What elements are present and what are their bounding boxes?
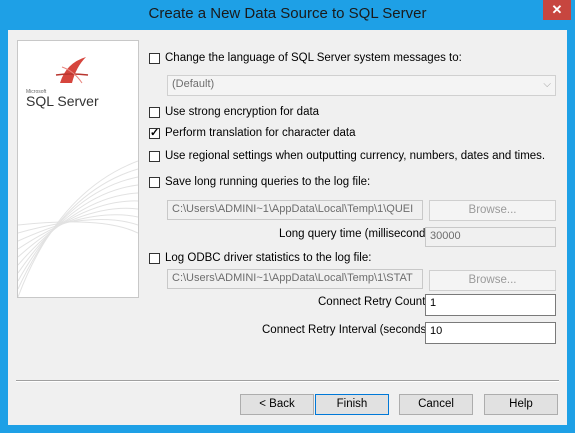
language-select-value: (Default) [172, 78, 215, 90]
save-long-queries-checkbox[interactable] [149, 176, 160, 188]
perform-translation-row[interactable]: Perform translation for character data [149, 126, 356, 139]
separator [16, 380, 559, 382]
close-icon[interactable]: ✕ [543, 0, 571, 20]
retry-interval-label: Connect Retry Interval (seconds): [262, 324, 434, 336]
dialog-window: Create a New Data Source to SQL Server ✕ [0, 0, 575, 433]
regional-settings-label: Use regional settings when outputting cu… [165, 150, 546, 162]
title-bar[interactable]: Create a New Data Source to SQL Server ✕ [0, 0, 575, 30]
perform-translation-label: Perform translation for character data [165, 127, 356, 139]
browse-long-query-button[interactable]: Browse... [429, 200, 556, 221]
finish-button[interactable]: Finish [315, 394, 389, 415]
dialog-client-area: Microsoft SQL Server Change the language… [8, 30, 567, 425]
sql-server-logo-icon [55, 57, 89, 84]
change-language-checkbox[interactable] [149, 52, 160, 64]
regional-settings-row[interactable]: Use regional settings when outputting cu… [149, 150, 545, 162]
log-odbc-stats-label: Log ODBC driver statistics to the log fi… [165, 252, 372, 264]
retry-count-input[interactable]: 1 [425, 294, 556, 316]
back-button[interactable]: < Back [240, 394, 314, 415]
long-query-time-input[interactable]: 30000 [425, 227, 556, 247]
change-language-row[interactable]: Change the language of SQL Server system… [149, 52, 462, 64]
chevron-down-icon: ⌵ [543, 79, 551, 90]
help-button[interactable]: Help [484, 394, 558, 415]
change-language-label: Change the language of SQL Server system… [165, 52, 462, 64]
save-long-queries-label: Save long running queries to the log fil… [165, 176, 371, 188]
log-odbc-stats-checkbox[interactable] [149, 252, 160, 264]
strong-encryption-row[interactable]: Use strong encryption for data [149, 106, 319, 118]
regional-settings-checkbox[interactable] [149, 150, 160, 162]
long-query-time-label: Long query time (milliseconds): [279, 228, 439, 240]
long-query-log-file-input[interactable]: C:\Users\ADMINI~1\AppData\Local\Temp\1\Q… [167, 200, 423, 220]
strong-encryption-label: Use strong encryption for data [165, 106, 320, 118]
stats-log-file-input[interactable]: C:\Users\ADMINI~1\AppData\Local\Temp\1\S… [167, 269, 423, 289]
perform-translation-checkbox[interactable] [149, 126, 160, 139]
retry-count-label: Connect Retry Count: [318, 296, 429, 308]
strong-encryption-checkbox[interactable] [149, 106, 160, 118]
retry-interval-input[interactable]: 10 [425, 322, 556, 344]
window-title: Create a New Data Source to SQL Server [148, 5, 427, 22]
log-odbc-stats-row[interactable]: Log ODBC driver statistics to the log fi… [149, 252, 371, 264]
logo-sql-server-text: SQL Server [26, 93, 99, 109]
save-long-queries-row[interactable]: Save long running queries to the log fil… [149, 176, 370, 188]
sql-server-logo-panel: Microsoft SQL Server [17, 40, 139, 298]
cancel-button[interactable]: Cancel [399, 394, 473, 415]
language-select[interactable]: (Default) ⌵ [167, 75, 556, 96]
browse-stats-button[interactable]: Browse... [429, 270, 556, 291]
